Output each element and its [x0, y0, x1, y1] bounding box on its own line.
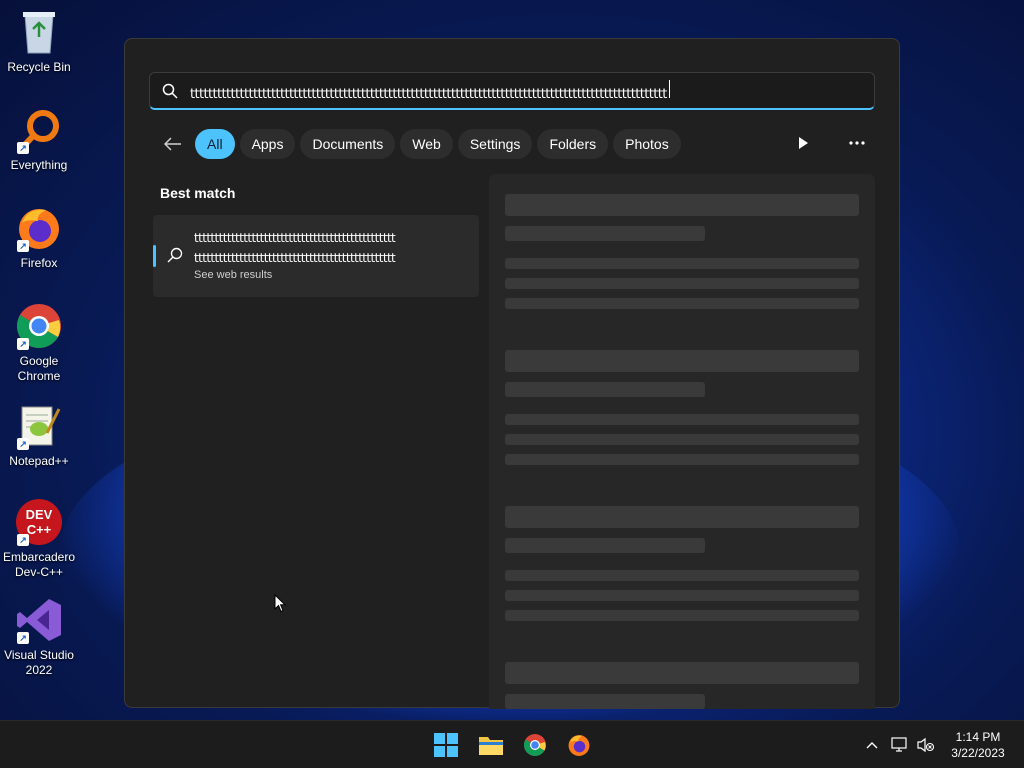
- desktop-icon-label: Visual Studio 2022: [4, 648, 74, 677]
- windows-start-icon: [434, 733, 458, 757]
- skeleton-block: [505, 194, 859, 216]
- taskbar: 1:14 PM 3/22/2023: [0, 720, 1024, 768]
- skeleton-block: [505, 570, 859, 581]
- network-status[interactable]: [890, 735, 910, 755]
- taskbar-file-explorer[interactable]: [477, 731, 505, 759]
- skeleton-block: [505, 694, 705, 709]
- desktop-icon-recycle-bin[interactable]: Recycle Bin: [0, 8, 78, 75]
- svg-text:C++: C++: [27, 522, 52, 537]
- firefox-icon: [568, 735, 590, 756]
- svg-text:DEV: DEV: [26, 507, 53, 522]
- best-match-label: Best match: [160, 185, 236, 201]
- chevron-up-icon: [866, 742, 878, 749]
- chrome-icon: ↗: [15, 302, 63, 350]
- shortcut-arrow-icon: ↗: [17, 142, 29, 154]
- more-icon: [849, 141, 865, 145]
- shortcut-arrow-icon: ↗: [17, 338, 29, 350]
- dev-cpp-icon: DEV C++ ↗: [15, 498, 63, 546]
- skeleton-block: [505, 590, 859, 601]
- best-match-result[interactable]: tttttttttttttttttttttttttttttttttttttttt…: [153, 215, 479, 297]
- taskbar-chrome[interactable]: [521, 731, 549, 759]
- text-caret: [668, 79, 670, 98]
- desktop-icon-label: Notepad++: [9, 454, 69, 468]
- shortcut-arrow-icon: ↗: [17, 240, 29, 252]
- more-filters-button[interactable]: [795, 135, 811, 151]
- skeleton-block: [505, 538, 705, 553]
- skeleton-block: [505, 298, 859, 309]
- filter-web[interactable]: Web: [400, 129, 453, 159]
- desktop-icon-everything[interactable]: ↗ Everything: [0, 106, 78, 173]
- file-explorer-icon: [479, 737, 503, 755]
- everything-icon: ↗: [15, 106, 63, 154]
- network-icon: [891, 737, 907, 752]
- search-query-text: tttttttttttttttttttttttttttttttttttttttt…: [190, 86, 667, 102]
- search-input[interactable]: tttttttttttttttttttttttttttttttttttttttt…: [190, 79, 850, 102]
- desktop-icon-visual-studio[interactable]: ↗ Visual Studio 2022: [0, 596, 78, 678]
- shortcut-arrow-icon: ↗: [17, 438, 29, 450]
- skeleton-block: [505, 434, 859, 445]
- shortcut-arrow-icon: ↗: [17, 632, 29, 644]
- skeleton-block: [505, 278, 859, 289]
- chrome-icon: [524, 734, 546, 756]
- start-button[interactable]: [432, 731, 460, 759]
- skeleton-block: [505, 506, 859, 528]
- desktop-icon-label: Everything: [10, 158, 68, 172]
- visual-studio-icon: ↗: [15, 596, 63, 644]
- recycle-bin-icon: [15, 8, 63, 56]
- filter-settings[interactable]: Settings: [457, 129, 533, 159]
- mouse-cursor-icon: [274, 593, 287, 618]
- desktop-icon-label: Firefox: [20, 256, 58, 270]
- clock-time: 1:14 PM: [955, 730, 1001, 744]
- selection-indicator: [153, 245, 156, 267]
- desktop-icon-label: Google Chrome: [17, 354, 61, 383]
- shortcut-arrow-icon: ↗: [17, 534, 29, 546]
- web-search-icon: [167, 247, 183, 268]
- preview-pane-loading: [489, 174, 875, 709]
- filter-photos[interactable]: Photos: [613, 129, 681, 159]
- desktop-icon-label: Embarcadero Dev-C++: [2, 550, 76, 579]
- skeleton-block: [505, 610, 859, 621]
- skeleton-block: [505, 662, 859, 684]
- desktop-icon-chrome[interactable]: ↗ Google Chrome: [0, 302, 78, 384]
- search-icon: [150, 83, 190, 99]
- skeleton-block: [505, 350, 859, 372]
- result-title-line-1: tttttttttttttttttttttttttttttttttttttttt…: [194, 231, 396, 245]
- filter-apps[interactable]: Apps: [239, 129, 296, 159]
- volume-muted-icon: [917, 737, 935, 753]
- desktop-icon-notepad-plus-plus[interactable]: ↗ Notepad++: [0, 402, 78, 469]
- taskbar-firefox[interactable]: [565, 731, 593, 759]
- desktop-icon-dev-cpp[interactable]: DEV C++ ↗ Embarcadero Dev-C++: [0, 498, 78, 580]
- desktop-icon-firefox[interactable]: ↗ Firefox: [0, 204, 78, 271]
- notepad-plus-plus-icon: ↗: [15, 402, 63, 450]
- search-box[interactable]: tttttttttttttttttttttttttttttttttttttttt…: [149, 72, 875, 110]
- skeleton-block: [505, 454, 859, 465]
- show-hidden-icons-button[interactable]: [864, 735, 880, 755]
- firefox-icon: ↗: [15, 204, 63, 252]
- filter-bar: All Apps Documents Web Settings Folders …: [161, 128, 686, 160]
- filter-all[interactable]: All: [195, 129, 235, 159]
- skeleton-block: [505, 226, 705, 241]
- desktop-icon-label: Recycle Bin: [7, 60, 71, 74]
- clock-date: 3/22/2023: [951, 746, 1005, 760]
- skeleton-block: [505, 382, 705, 397]
- search-panel: tttttttttttttttttttttttttttttttttttttttt…: [124, 38, 900, 709]
- skeleton-block: [505, 258, 859, 269]
- filter-documents[interactable]: Documents: [300, 129, 396, 159]
- play-icon: [799, 137, 808, 149]
- volume-status[interactable]: [916, 735, 936, 755]
- system-clock[interactable]: 1:14 PM 3/22/2023: [940, 729, 1016, 761]
- more-options-button[interactable]: [847, 135, 867, 151]
- result-subtitle: See web results: [194, 269, 273, 281]
- result-title-line-2: tttttttttttttttttttttttttttttttttttttttt…: [194, 251, 396, 265]
- filter-folders[interactable]: Folders: [537, 129, 609, 159]
- back-arrow-icon: [164, 137, 181, 151]
- back-button[interactable]: [161, 132, 185, 156]
- skeleton-block: [505, 414, 859, 425]
